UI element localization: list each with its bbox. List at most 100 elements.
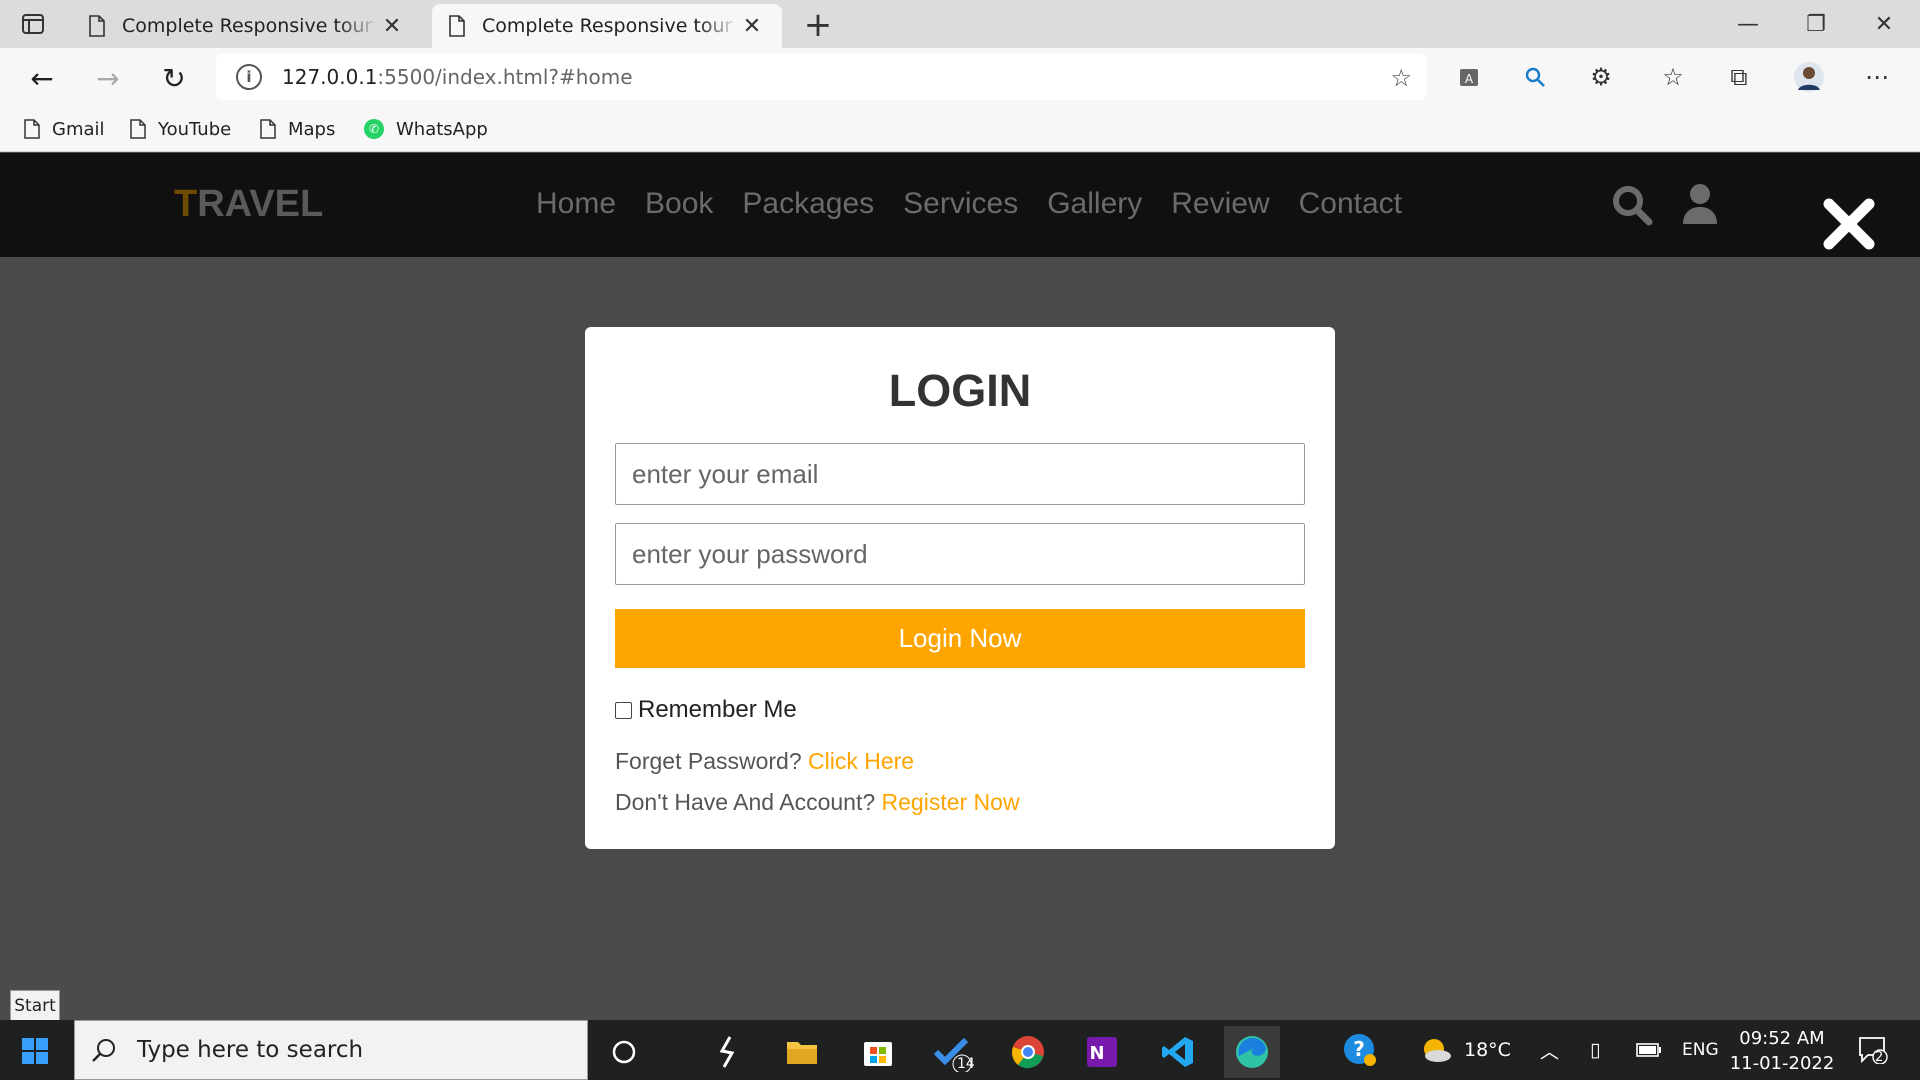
web-page: TRAVEL Home Book Packages Services Galle… [0,153,1920,1020]
app-s-icon[interactable] [700,1026,756,1078]
help-icon[interactable]: ? [1342,1020,1378,1080]
nav-packages[interactable]: Packages [742,187,874,221]
collections-icon[interactable]: ⧉ [1722,62,1756,92]
read-aloud-icon[interactable]: A [1452,62,1486,92]
forgot-password-link[interactable]: Click Here [808,748,914,774]
password-field[interactable] [615,523,1305,585]
tab-title: Complete Responsive tour and travel [122,15,378,37]
nav-book[interactable]: Book [645,187,713,221]
close-tab-icon[interactable]: ✕ [378,14,406,39]
notification-count: 2 [1875,1050,1884,1065]
windows-start-icon[interactable] [22,1038,48,1064]
search-extension-icon[interactable] [1518,62,1552,92]
nav-home[interactable]: Home [536,187,616,221]
forgot-text: Forget Password? [615,748,802,774]
address-bar[interactable]: i 127.0.0.1:5500/index.html?#home ☆ [216,54,1426,100]
remember-label: Remember Me [638,696,797,723]
tab-title: Complete Responsive tour and travel [482,15,738,37]
remember-checkbox[interactable] [615,701,632,719]
profile-avatar[interactable] [1792,62,1826,92]
edge-icon[interactable] [1224,1026,1280,1078]
bookmark-maps[interactable]: Maps [260,114,335,144]
new-tab-icon[interactable]: + [800,8,836,42]
store-icon[interactable] [850,1026,906,1078]
search-placeholder: Type here to search [137,1037,364,1063]
forgot-password-line: Forget Password? Click Here [615,748,1305,775]
bookmarks-bar: Gmail YouTube Maps ✆ WhatsApp [0,106,1920,152]
onenote-icon[interactable]: N [1074,1026,1130,1078]
url-text: 127.0.0.1:5500/index.html?#home [282,65,633,89]
site-info-icon[interactable]: i [236,64,262,90]
weather-widget[interactable]: 18°C [1420,1020,1511,1080]
svg-text:N: N [1089,1043,1104,1064]
site-logo[interactable]: TRAVEL [174,183,323,226]
document-icon [130,119,146,139]
meet-icon[interactable]: ▯ [1590,1020,1600,1080]
temperature: 18°C [1464,1039,1511,1061]
bookmark-label: WhatsApp [396,118,488,140]
close-tab-icon[interactable]: ✕ [738,14,766,39]
bookmark-gmail[interactable]: Gmail [24,114,105,144]
search-icon [92,1039,115,1062]
refresh-icon[interactable]: ↻ [154,58,194,98]
register-link[interactable]: Register Now [882,789,1020,815]
document-icon [89,15,105,37]
forward-icon[interactable]: → [88,58,128,98]
browser-tab-2[interactable]: Complete Responsive tour and travel ✕ [432,4,782,48]
tab-actions-icon[interactable] [18,12,48,36]
login-heading: LOGIN [888,365,1032,416]
nav-review[interactable]: Review [1171,187,1269,221]
nav-contact[interactable]: Contact [1299,187,1402,221]
restore-icon[interactable]: ❐ [1786,6,1846,42]
svg-text:?: ? [1353,1037,1365,1061]
user-icon[interactable] [1680,183,1724,227]
document-icon [260,119,276,139]
bookmark-label: Maps [288,118,336,140]
bookmark-whatsapp[interactable]: ✆ WhatsApp [364,114,488,144]
bookmark-youtube[interactable]: YouTube [130,114,231,144]
document-icon [24,119,40,139]
start-tooltip: Start [10,990,60,1022]
svg-text:A: A [1465,72,1474,86]
taskbar: Type here to search 14 N ? 18°C ︿ ▯ ENG … [0,1020,1920,1080]
clock-time: 09:52 AM [1739,1028,1825,1049]
browser-tab-bar: Complete Responsive tour and travel ✕ Co… [0,0,1920,48]
bookmark-label: Gmail [52,118,105,140]
browser-toolbar: ← → ↻ i 127.0.0.1:5500/index.html?#home … [0,48,1920,106]
back-icon[interactable]: ← [22,58,62,98]
login-form: LOGIN Login Now Remember Me Forget Passw… [585,327,1335,849]
chrome-icon[interactable] [1000,1026,1056,1078]
login-button[interactable]: Login Now [615,609,1305,668]
todo-icon[interactable]: 14 [924,1026,980,1078]
site-header: TRAVEL Home Book Packages Services Galle… [0,153,1920,257]
more-menu-icon[interactable]: ⋯ [1860,62,1894,92]
favorites-icon[interactable]: ☆ [1656,62,1690,92]
close-window-icon[interactable]: ✕ [1854,6,1914,42]
show-hidden-icons[interactable]: ︿ [1540,1020,1559,1080]
bookmark-label: YouTube [158,118,232,140]
clock[interactable]: 09:52 AM 11-01-2022 [1722,1026,1842,1076]
weather-icon [1424,1039,1451,1062]
whatsapp-icon: ✆ [364,119,384,139]
language-indicator[interactable]: ENG [1682,1020,1719,1080]
vscode-icon[interactable] [1150,1026,1206,1078]
battery-icon[interactable] [1636,1020,1662,1080]
add-favorite-icon[interactable]: ☆ [1390,64,1412,92]
nav-services[interactable]: Services [903,187,1018,221]
file-explorer-icon[interactable] [774,1026,830,1078]
clock-date: 11-01-2022 [1729,1053,1835,1074]
browser-tab-1[interactable]: Complete Responsive tour and travel ✕ [72,4,422,48]
minimize-icon[interactable]: — [1718,6,1778,42]
close-icon[interactable] [1820,195,1878,253]
document-icon [449,15,465,37]
remember-me[interactable]: Remember Me [615,696,1305,724]
register-line: Don't Have And Account? Register Now [615,789,1305,816]
taskbar-search[interactable]: Type here to search [74,1020,588,1080]
cortana-icon[interactable] [596,1026,652,1078]
extensions-icon[interactable]: ⚙ [1584,62,1618,92]
notifications-icon[interactable]: 2 [1858,1020,1888,1080]
search-icon[interactable] [1610,183,1654,227]
email-field[interactable] [615,443,1305,505]
nav-gallery[interactable]: Gallery [1047,187,1142,221]
todo-badge: 14 [957,1056,975,1072]
